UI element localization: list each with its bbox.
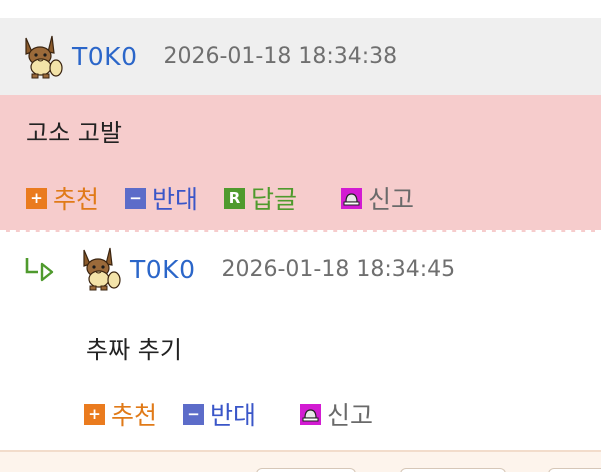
report-label: 신고 [368,185,415,214]
downvote-button[interactable]: − 반대 [125,180,198,216]
upvote-label: 추천 [53,185,100,214]
minus-icon: − [125,187,147,209]
siren-icon [341,187,363,209]
siren-icon [300,403,322,425]
comment-body: 고소 고발 + 추천 − 반대 R 답글 신고 [0,95,601,232]
comment-text: 고소 고발 [26,119,122,147]
upvote-label: 추천 [111,401,158,430]
reply-label: 답글 [251,185,298,214]
comment-header: T0K0 2026-01-18 18:34:38 [0,18,601,95]
eevee-avatar-icon[interactable] [18,34,64,80]
comment-author[interactable]: T0K0 [72,42,137,71]
minus-icon: − [183,403,205,425]
reply-r-icon: R [224,187,246,209]
downvote-label: 반대 [152,185,199,214]
report-button[interactable]: 신고 [341,180,414,216]
reply-button[interactable]: R 답글 [224,180,297,216]
upvote-button[interactable]: + 추천 [26,180,99,216]
bottom-button[interactable] [256,468,356,472]
plus-icon: + [84,403,105,425]
reply-comment: T0K0 2026-01-18 18:34:45 추짜 추기 + 추천 − 반대… [0,234,601,450]
plus-icon: + [26,187,47,209]
eevee-avatar-icon[interactable] [76,246,122,292]
top-spacer [0,0,601,18]
reply-author[interactable]: T0K0 [130,255,195,284]
comment-actions: + 추천 − 반대 R 답글 신고 [26,180,440,216]
downvote-label: 반대 [210,401,257,430]
reply-actions: + 추천 − 반대 신고 [84,396,399,432]
reply-header: T0K0 2026-01-18 18:34:45 [76,246,455,292]
reply-report-button[interactable]: 신고 [300,396,373,432]
report-label: 신고 [327,401,374,430]
reply-upvote-button[interactable]: + 추천 [84,396,157,432]
comment-timestamp: 2026-01-18 18:34:38 [163,44,398,69]
reply-downvote-button[interactable]: − 반대 [183,396,256,432]
bottom-button[interactable] [400,468,506,472]
bottom-button[interactable] [548,468,601,472]
reply-text: 추짜 추기 [86,336,182,364]
reply-timestamp: 2026-01-18 18:34:45 [221,256,456,282]
bottom-toolbar [0,450,601,472]
reply-arrow-icon [25,258,54,282]
